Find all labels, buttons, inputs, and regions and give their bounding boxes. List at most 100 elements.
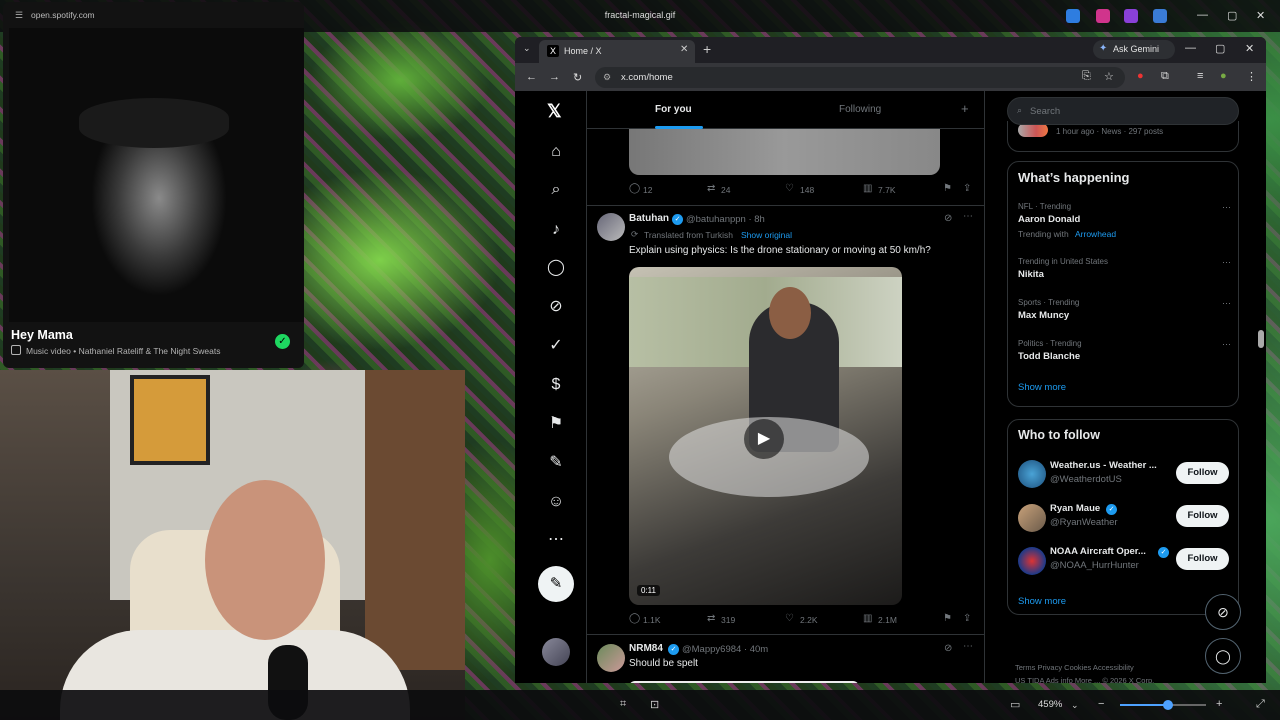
tab-for-you[interactable]: For you [655,104,692,115]
trend-name[interactable]: Todd Blanche [1018,351,1080,362]
show-more-link[interactable]: Show more [1018,382,1066,393]
tab-close-icon[interactable]: ✕ [680,44,688,55]
back-icon[interactable]: ← [526,71,537,83]
app-icon[interactable] [1153,9,1167,23]
scrollbar[interactable] [1258,330,1264,348]
app-icon[interactable] [1124,9,1138,23]
post-media[interactable] [629,681,859,683]
site-info-icon[interactable]: ⚙ [603,72,611,83]
saved-check-icon[interactable]: ✓ [275,334,290,349]
views-icon[interactable]: ▥ [863,183,872,194]
reload-icon[interactable]: ↻ [573,71,582,84]
avatar[interactable] [1018,504,1046,532]
zoom-slider-handle[interactable] [1163,700,1174,710]
zoom-out-icon[interactable]: − [1098,698,1104,710]
profile-icon[interactable]: ☺ [545,491,567,513]
follow-handle[interactable]: @RyanWeather [1050,517,1118,528]
post-handle-time[interactable]: @batuhanppn · 8h [686,214,765,225]
post-handle-time[interactable]: @Mappy6984 · 40m [682,644,768,655]
chevron-down-icon[interactable]: ⌄ [1071,700,1079,711]
more-icon[interactable]: ⋯ [963,211,973,222]
zoom-slider[interactable] [1120,700,1206,710]
bookmark-star-icon[interactable]: ☆ [1104,70,1114,83]
post-author-name[interactable]: NRM84 [629,643,663,654]
previous-post-media[interactable] [629,129,940,175]
account-avatar[interactable] [542,638,570,666]
like-icon[interactable]: ♡ [785,183,794,194]
add-list-icon[interactable]: + [961,101,969,116]
x-logo-icon[interactable]: 𝕏 [547,101,562,122]
maximize-icon[interactable]: ▢ [1227,9,1237,22]
like-icon[interactable]: ♡ [785,613,794,624]
more-icon[interactable]: ⋯ [1222,257,1231,268]
share-icon[interactable]: ⇪ [963,613,971,624]
play-icon[interactable]: ▶ [744,419,784,459]
share-icon[interactable]: ⇪ [963,183,971,194]
grok-icon[interactable]: ⊘ [944,643,952,654]
fit-icon[interactable]: ▭ [1010,698,1020,711]
articles-icon[interactable]: ✎ [545,452,567,474]
show-more-link[interactable]: Show more [1018,596,1066,607]
close-icon[interactable]: ✕ [1245,42,1254,55]
follow-button[interactable]: Follow [1176,462,1229,484]
more-icon[interactable]: ⋯ [1222,339,1231,350]
install-app-icon[interactable]: ⎘ [1082,70,1091,83]
trend-with-tag[interactable]: Arrowhead [1075,229,1116,239]
trend-name[interactable]: Nikita [1018,269,1044,280]
app-icon[interactable] [1066,9,1080,23]
messages-icon[interactable]: ◯ [545,257,567,279]
browser-menu-icon[interactable]: ⋮ [1246,70,1257,83]
follow-name[interactable]: Ryan Maue [1050,503,1100,514]
tab-search-icon[interactable]: ⌄ [523,43,531,54]
extensions-icon[interactable]: ⧉ [1161,70,1169,83]
post-video[interactable]: ▶ 0:11 [629,267,902,605]
zoom-level[interactable]: 459% [1038,699,1062,710]
grok-icon[interactable]: ⊘ [545,296,567,318]
views-icon[interactable]: ▥ [863,613,872,624]
avatar[interactable] [597,213,625,241]
forward-icon[interactable]: → [549,71,560,83]
zoom-in-icon[interactable]: + [1216,698,1222,710]
show-original-link[interactable]: Show original [741,230,792,240]
home-icon[interactable]: ⌂ [545,141,567,163]
maximize-icon[interactable]: ▢ [1215,42,1225,55]
messages-fab-icon[interactable]: ◯ [1205,638,1241,674]
new-tab-icon[interactable]: + [703,41,711,57]
bookmark-icon[interactable]: ⚑ [943,183,952,194]
site-settings-icon[interactable]: ☰ [15,10,23,21]
close-icon[interactable]: ✕ [1256,9,1265,22]
follow-name[interactable]: Weather.us - Weather ... [1050,460,1157,471]
grok-fab-icon[interactable]: ⊘ [1205,594,1241,630]
notifications-icon[interactable]: ♪ [545,219,567,241]
url-text[interactable]: x.com/home [621,72,673,83]
follow-handle[interactable]: @NOAA_HurrHunter [1050,560,1139,571]
follow-handle[interactable]: @WeatherdotUS [1050,474,1122,485]
minimize-icon[interactable]: — [1197,9,1208,21]
avatar[interactable] [1018,547,1046,575]
follow-name[interactable]: NOAA Aircraft Oper... [1050,546,1146,557]
browser-tab[interactable]: X Home / X ✕ [539,40,695,63]
fullscreen-icon[interactable]: ⤢ [1256,698,1265,711]
reply-icon[interactable]: ◯ [629,183,640,194]
more-icon[interactable]: ⋯ [1222,298,1231,309]
reply-icon[interactable]: ◯ [629,613,640,624]
bookmark-icon[interactable]: ⚑ [943,613,952,624]
app-icon[interactable] [1096,9,1110,23]
more-icon[interactable]: ⋯ [1222,202,1231,213]
follow-button[interactable]: Follow [1176,505,1229,527]
url-box[interactable]: ⚙ x.com/home [595,67,1125,88]
minimize-icon[interactable]: — [1185,42,1196,54]
avatar[interactable] [1018,460,1046,488]
ask-gemini-button[interactable]: ✦ Ask Gemini [1093,40,1175,59]
trend-name[interactable]: Max Muncy [1018,310,1069,321]
tab-following[interactable]: Following [839,104,881,115]
money-icon[interactable]: $ [545,374,567,396]
news-card[interactable]: 1 hour ago · News · 297 posts [1007,121,1239,152]
profile-icon[interactable]: ● [1220,70,1227,82]
post-author-name[interactable]: Batuhan [629,213,669,224]
edit-icon[interactable]: ⊡ [650,698,659,711]
avatar[interactable] [597,644,625,672]
search-icon[interactable]: ⌕ [545,179,567,201]
footer-line[interactable]: US TIDA Ads info More ... © 2026 X Corp. [1015,674,1255,683]
repost-icon[interactable]: ⇄ [707,613,715,624]
